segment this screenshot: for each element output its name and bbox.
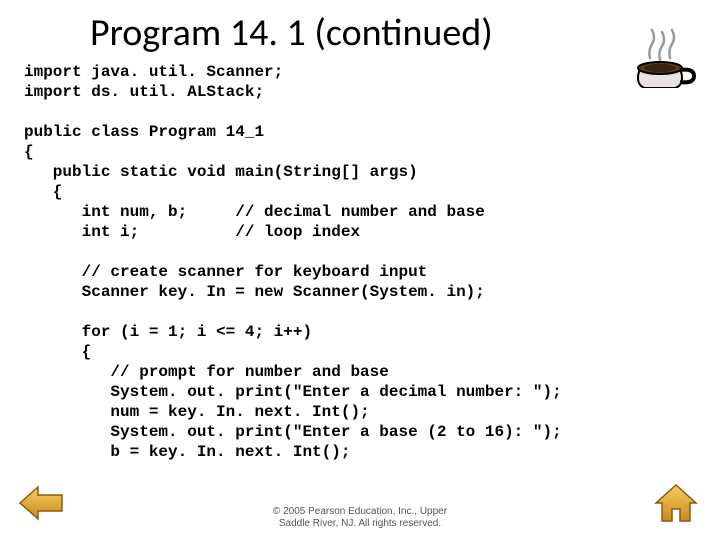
footer-line-1: © 2005 Pearson Education, Inc., Upper bbox=[0, 506, 720, 518]
coffee-cup-icon bbox=[630, 18, 700, 88]
copyright-footer: © 2005 Pearson Education, Inc., Upper Sa… bbox=[0, 506, 720, 530]
slide-title: Program 14. 1 (continued) bbox=[0, 0, 720, 62]
footer-line-2: Saddle River, NJ. All rights reserved. bbox=[0, 518, 720, 530]
previous-button[interactable] bbox=[18, 483, 64, 528]
home-button[interactable] bbox=[654, 483, 698, 528]
code-block: import java. util. Scanner; import ds. u… bbox=[0, 62, 720, 462]
